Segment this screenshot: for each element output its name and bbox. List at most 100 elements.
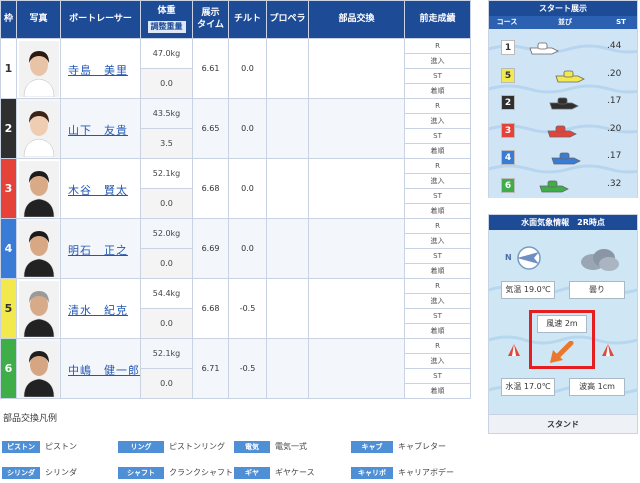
propeller-cell	[266, 338, 309, 399]
start-timing: .17	[607, 151, 622, 161]
racer-avatar-icon	[18, 40, 59, 97]
racer-weight: 52.1kg	[140, 158, 193, 189]
legend-item: シリンダ シリンダ	[2, 462, 77, 479]
weather-panel-title: 水面気象情報 2R時点	[489, 215, 637, 230]
legend-desc: 電気一式	[275, 442, 307, 451]
header-prev-results: 前走成績	[404, 0, 471, 39]
racer-avatar-icon	[18, 280, 59, 337]
boat-icon	[549, 97, 579, 110]
prev-label-cell: R	[404, 278, 471, 294]
start-header-order: 並び	[558, 18, 572, 26]
prev-label: R	[435, 222, 440, 230]
race-entry-table: 枠 写真 ボートレーサー 体重 調整重量 展示 タイム チルト プロペラ 部品交換…	[0, 0, 471, 399]
racer-weight-adjust: 3.5	[140, 128, 193, 159]
racer-name-link[interactable]: 中嶋 健一郎	[68, 364, 140, 377]
legend-desc: ギヤケース	[275, 468, 315, 477]
wave-height: 波高 1cm	[569, 378, 625, 396]
racer-row: 6 中嶋 健一郎 52.1kg 6.71 -0.5 R	[0, 338, 471, 399]
racer-name-link[interactable]: 山下 友貴	[68, 124, 128, 137]
legend-tag: シリンダ	[2, 466, 40, 479]
prev-label: 着順	[430, 207, 445, 215]
prev-label: ST	[433, 132, 442, 140]
prev-label-cell: 着順	[404, 203, 471, 219]
start-exhibition-panel: スタート展示 コース 並び ST 1.44 5.20 2.17 3.20 4.17 6.3…	[488, 0, 638, 198]
prev-label-cell: ST	[404, 68, 471, 84]
start-timing: .32	[607, 178, 622, 189]
weather-condition: 曇り	[569, 281, 625, 299]
parts-exchange-cell	[308, 98, 405, 159]
frame-number: 3	[0, 158, 17, 219]
exhibit-time: 6.68	[192, 158, 229, 219]
prev-label-cell: R	[404, 98, 471, 114]
tilt-value: 0.0	[228, 98, 267, 159]
prev-label: 着順	[430, 387, 445, 395]
parts-exchange-cell	[308, 278, 405, 339]
legend-desc: シリンダ	[45, 468, 77, 477]
legend-tag: シャフト	[118, 466, 164, 479]
racer-photo	[16, 278, 61, 339]
stand-label: スタンド	[489, 414, 637, 433]
legend-desc: キャブレター	[398, 442, 446, 451]
racer-name-link[interactable]: 清水 紀克	[68, 304, 128, 317]
racer-weight: 47.0kg	[140, 38, 193, 69]
propeller-cell	[266, 278, 309, 339]
right-buoy-icon	[602, 344, 614, 356]
tilt-value: 0.0	[228, 158, 267, 219]
legend-item: リング ピストンリング	[118, 436, 225, 453]
cloudy-icon	[581, 249, 619, 271]
prev-label: 着順	[430, 147, 445, 155]
header-propeller: プロペラ	[266, 0, 309, 39]
prev-label: ST	[433, 312, 442, 320]
prev-label-cell: 着順	[404, 383, 471, 399]
frame-number: 2	[0, 98, 17, 159]
racer-name-cell: 中嶋 健一郎	[60, 338, 141, 399]
racer-weight-adjust: 0.0	[140, 308, 193, 339]
racer-row: 3 木谷 賢太 52.1kg 6.68 0.0 R	[0, 158, 471, 219]
prev-label: 着順	[430, 327, 445, 335]
start-row: 6.32	[489, 173, 637, 201]
tilt-value: -0.5	[228, 278, 267, 339]
exhibit-time: 6.68	[192, 278, 229, 339]
header-racer: ボートレーサー	[60, 0, 141, 39]
prev-label-cell: R	[404, 338, 471, 354]
wind-direction-arrow-icon	[550, 341, 574, 363]
racer-name-cell: 清水 紀克	[60, 278, 141, 339]
start-timing: .44	[607, 41, 622, 51]
racer-photo	[16, 158, 61, 219]
left-buoy-icon	[508, 344, 520, 356]
legend-tag: キャリボ	[351, 466, 393, 479]
start-header-course: コース	[496, 18, 518, 26]
parts-exchange-cell	[308, 218, 405, 279]
prev-label-cell: 進入	[404, 53, 471, 69]
racer-name-link[interactable]: 寺島 美里	[68, 64, 128, 77]
parts-legend-title: 部品交換凡例	[3, 414, 58, 424]
racer-photo	[16, 218, 61, 279]
boat-icon	[551, 152, 581, 165]
tilt-value: -0.5	[228, 338, 267, 399]
racer-avatar-icon	[18, 100, 59, 157]
weather-panel: 水面気象情報 2R時点 N 気温 19.0℃ 曇り 風速 2m 水温 17.0℃…	[488, 214, 638, 434]
racer-weight: 54.4kg	[140, 278, 193, 309]
propeller-cell	[266, 38, 309, 99]
prev-label: R	[435, 102, 440, 110]
start-course-number: 3	[501, 122, 515, 138]
racer-avatar-icon	[18, 160, 59, 217]
legend-tag: ピストン	[2, 440, 40, 453]
prev-label-cell: R	[404, 38, 471, 54]
prev-label: R	[435, 282, 440, 290]
tilt-value: 0.0	[228, 38, 267, 99]
racer-name-link[interactable]: 明石 正之	[68, 244, 128, 257]
prev-label: 進入	[430, 237, 445, 245]
racer-weight-adjust: 0.0	[140, 368, 193, 399]
start-timing: .20	[607, 123, 622, 134]
prev-label-cell: 着順	[404, 263, 471, 279]
start-course-number: 6	[501, 177, 515, 193]
start-panel-title: スタート展示	[489, 1, 637, 16]
racer-row: 4 明石 正之 52.0kg 6.69 0.0 R	[0, 218, 471, 279]
frame-number: 6	[0, 338, 17, 399]
prev-label: ST	[433, 192, 442, 200]
racer-name-cell: 寺島 美里	[60, 38, 141, 99]
prev-label: ST	[433, 252, 442, 260]
racer-weight-adjust: 0.0	[140, 248, 193, 279]
racer-name-link[interactable]: 木谷 賢太	[68, 184, 128, 197]
